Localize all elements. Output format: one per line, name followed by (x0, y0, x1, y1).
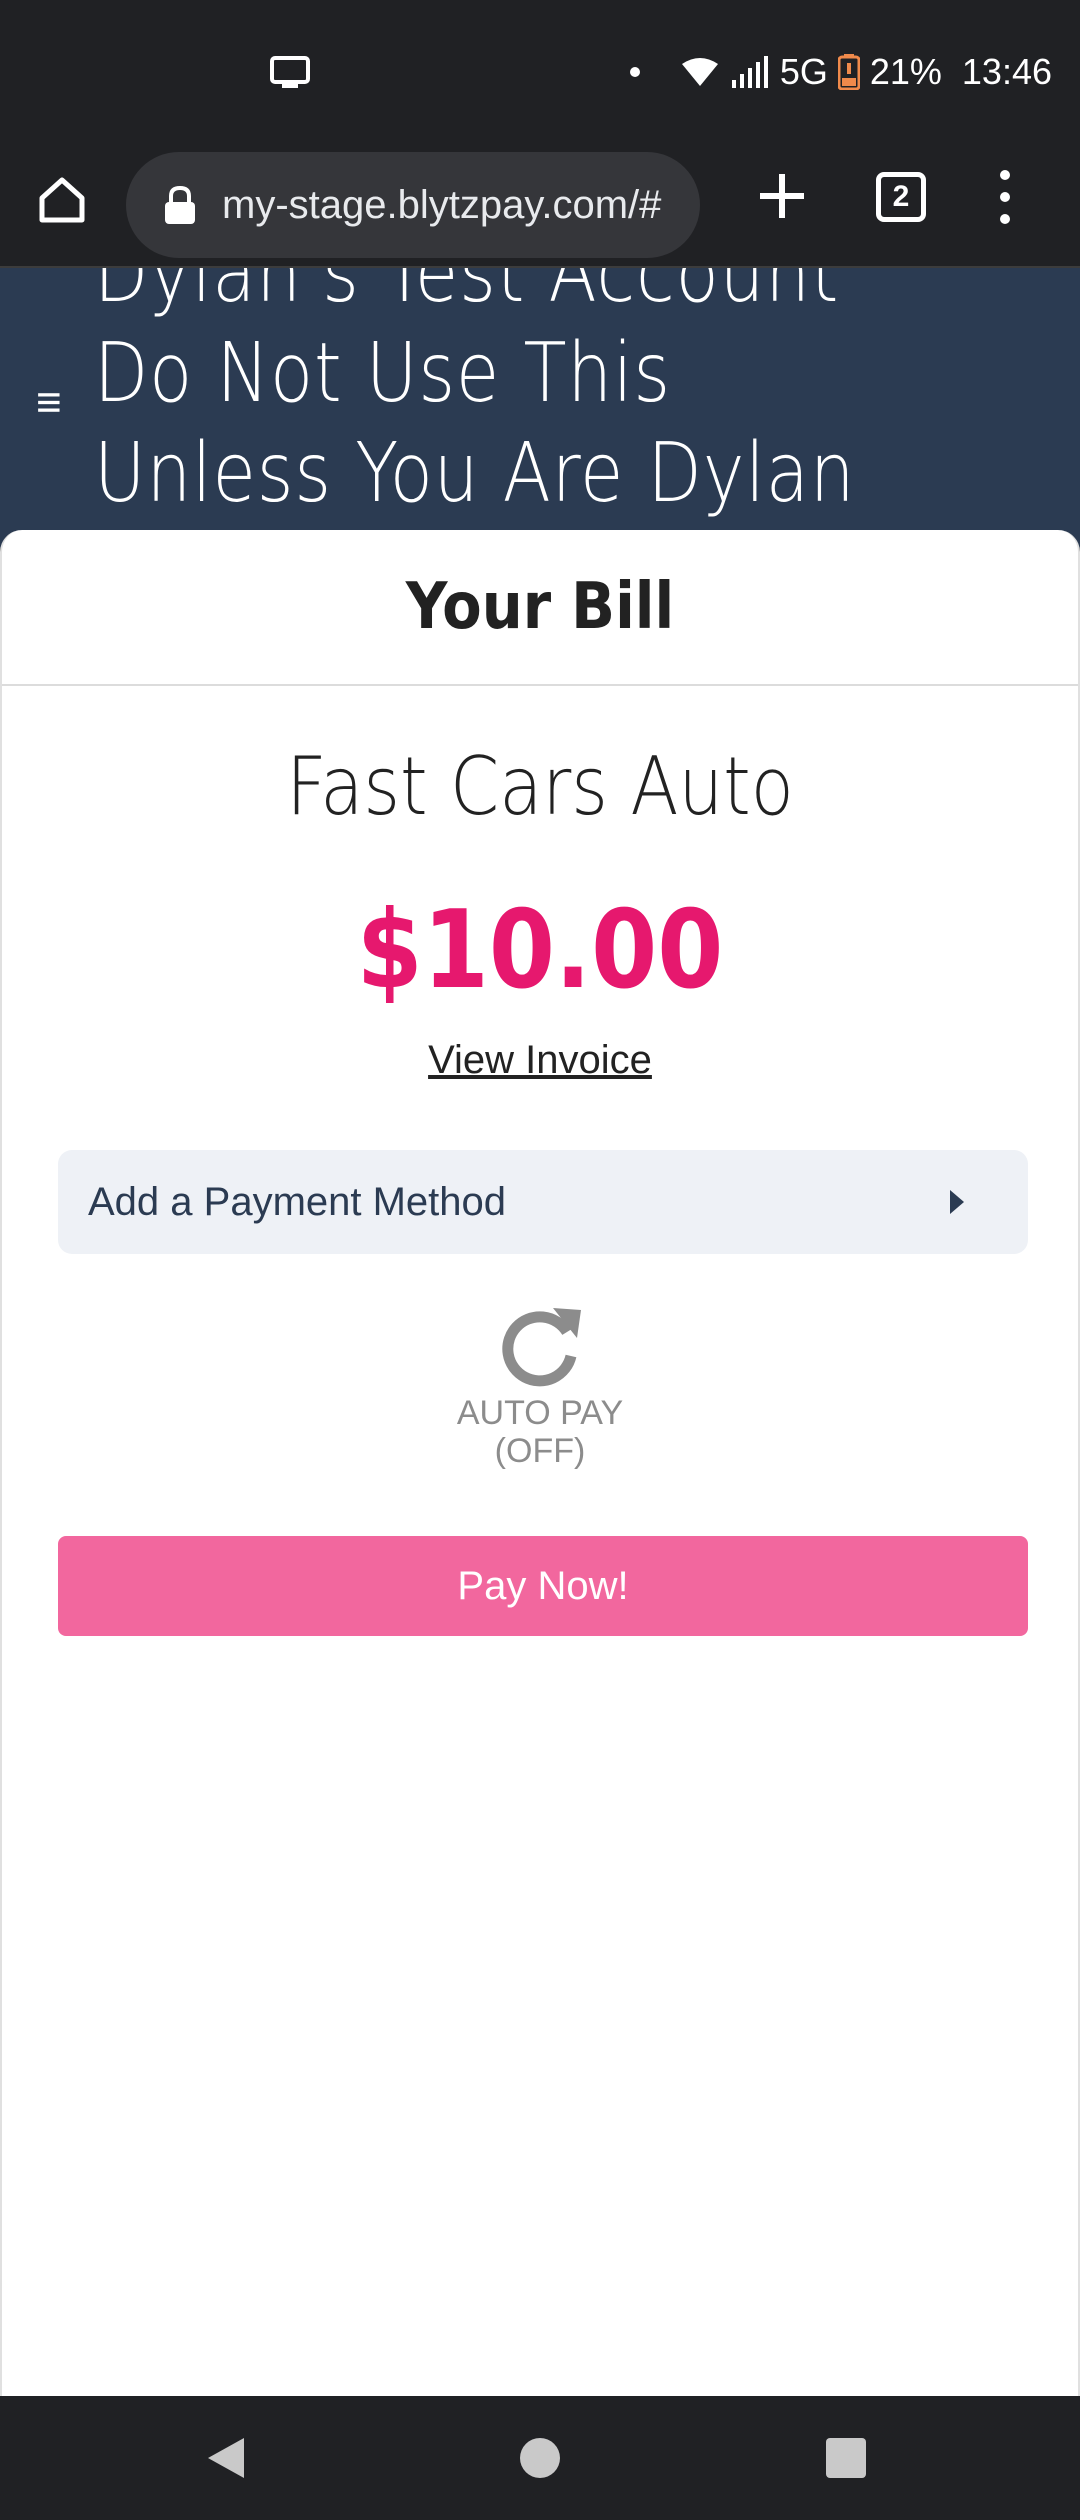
page-title: Dylan's Test Account Do Not Use This Unl… (94, 268, 856, 521)
clock: 13:46 (961, 51, 1052, 92)
bill-title: Your Bill (405, 570, 675, 644)
cast-icon (270, 56, 310, 88)
autopay-state: (OFF) (494, 1432, 586, 1470)
tab-count: 2 (892, 180, 910, 213)
chevron-right-icon (950, 1190, 964, 1214)
home-icon (39, 177, 85, 223)
back-icon[interactable] (208, 2438, 244, 2478)
lock-icon (165, 185, 195, 224)
battery-icon (837, 54, 860, 90)
page-header: ≡ Dylan's Test Account Do Not Use This U… (0, 268, 1080, 548)
payment-method-label: Add a Payment Method (88, 1179, 507, 1224)
merchant-name: Fast Cars Auto (286, 740, 794, 833)
autopay-label: AUTO PAY (456, 1394, 624, 1432)
view-invoice-link[interactable]: View Invoice (2, 1038, 1078, 1083)
status-indicators: 5G 21% 13:46 (629, 44, 1052, 100)
pay-now-button[interactable]: Pay Now! (58, 1536, 1028, 1636)
divider (2, 684, 1078, 686)
pay-now-label: Pay Now! (457, 1563, 629, 1608)
browser-toolbar: my-stage.blytzpay.com/# 2 (0, 140, 1080, 268)
url-text: my-stage.blytzpay.com/# (222, 182, 662, 227)
refresh-icon (502, 1308, 581, 1387)
home-button[interactable] (30, 168, 94, 232)
url-bar[interactable]: my-stage.blytzpay.com/# (126, 152, 700, 258)
status-bar: 5G 21% 13:46 (0, 0, 1080, 140)
signal-icon (731, 56, 768, 88)
menu-icon[interactable]: ≡ (36, 378, 62, 428)
network-type: 5G (779, 51, 828, 92)
notification-dot-icon (629, 67, 640, 77)
bill-card: Your Bill Fast Cars Auto $10.00 View Inv… (0, 530, 1080, 2396)
more-vert-icon[interactable] (990, 162, 1020, 232)
wifi-icon (681, 58, 718, 86)
home-circle-icon[interactable] (520, 2438, 560, 2478)
add-payment-method-button[interactable]: Add a Payment Method (58, 1150, 1028, 1254)
autopay-toggle[interactable]: AUTO PAY (OFF) (2, 1300, 1078, 1470)
android-nav-bar (0, 2396, 1080, 2520)
new-tab-button[interactable] (752, 166, 812, 226)
tab-switcher-button[interactable]: 2 (876, 172, 926, 222)
battery-percent: 21% (869, 51, 942, 92)
bill-amount: $10.00 (356, 888, 724, 1013)
recents-icon[interactable] (826, 2438, 866, 2478)
